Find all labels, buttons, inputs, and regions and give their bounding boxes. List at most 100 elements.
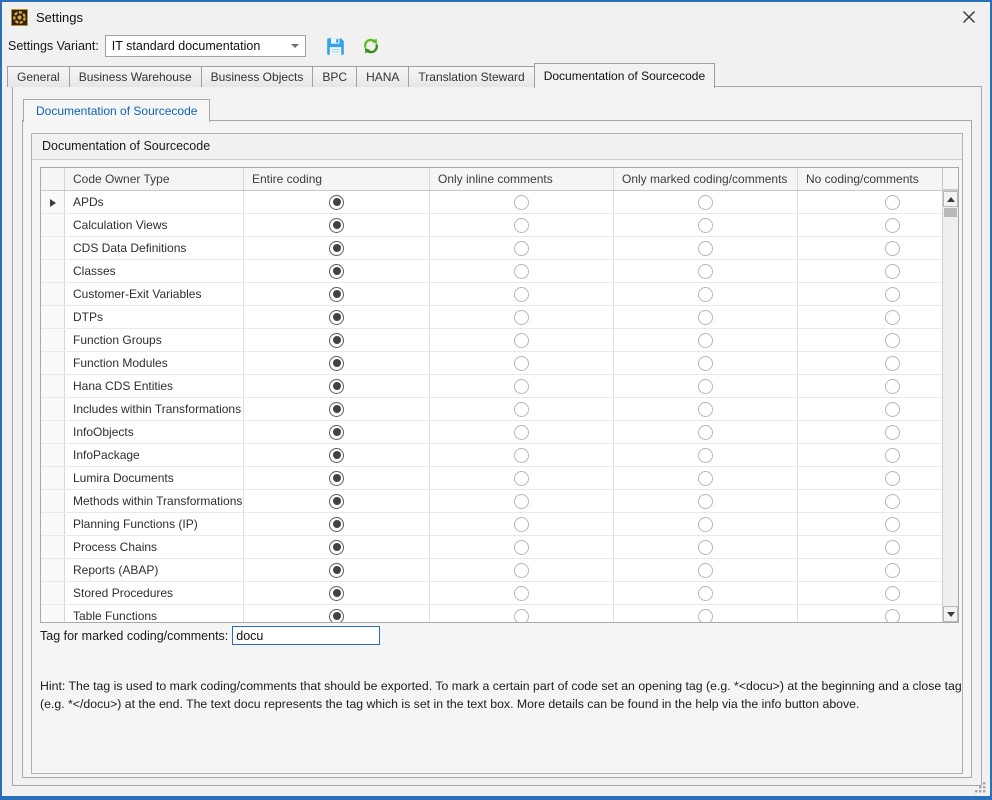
radio-only-inline-comments[interactable] <box>514 563 529 578</box>
radio-only-marked-coding-comments[interactable] <box>698 540 713 555</box>
radio-only-inline-comments[interactable] <box>514 448 529 463</box>
radio-no-coding-comments[interactable] <box>885 195 900 210</box>
code-owner-type-cell[interactable]: Methods within Transformations <box>65 490 244 513</box>
tab-bpc[interactable]: BPC <box>312 66 357 87</box>
radio-no-coding-comments[interactable] <box>885 241 900 256</box>
row-selector-cell[interactable] <box>41 559 65 582</box>
radio-no-coding-comments[interactable] <box>885 494 900 509</box>
row-selector-cell[interactable] <box>41 306 65 329</box>
radio-entire-coding[interactable] <box>329 287 344 302</box>
row-selector-cell[interactable] <box>41 191 65 214</box>
radio-only-marked-coding-comments[interactable] <box>698 333 713 348</box>
radio-only-marked-coding-comments[interactable] <box>698 471 713 486</box>
save-button[interactable] <box>326 36 346 56</box>
code-owner-type-cell[interactable]: InfoPackage <box>65 444 244 467</box>
radio-only-marked-coding-comments[interactable] <box>698 356 713 371</box>
row-selector-cell[interactable] <box>41 605 65 624</box>
radio-no-coding-comments[interactable] <box>885 563 900 578</box>
radio-only-inline-comments[interactable] <box>514 540 529 555</box>
row-selector-cell[interactable] <box>41 375 65 398</box>
code-owner-type-cell[interactable]: Function Groups <box>65 329 244 352</box>
radio-entire-coding[interactable] <box>329 540 344 555</box>
radio-entire-coding[interactable] <box>329 563 344 578</box>
tab-general[interactable]: General <box>7 66 70 87</box>
radio-no-coding-comments[interactable] <box>885 471 900 486</box>
radio-only-marked-coding-comments[interactable] <box>698 287 713 302</box>
code-owner-type-cell[interactable]: Customer-Exit Variables <box>65 283 244 306</box>
resize-grip[interactable] <box>974 781 987 794</box>
radio-no-coding-comments[interactable] <box>885 448 900 463</box>
radio-entire-coding[interactable] <box>329 402 344 417</box>
column-header-entire-coding[interactable]: Entire coding <box>244 168 430 191</box>
scroll-up-button[interactable] <box>943 191 958 207</box>
row-selector-cell[interactable] <box>41 260 65 283</box>
radio-only-inline-comments[interactable] <box>514 356 529 371</box>
code-owner-type-cell[interactable]: Hana CDS Entities <box>65 375 244 398</box>
radio-only-marked-coding-comments[interactable] <box>698 609 713 623</box>
row-selector-cell[interactable] <box>41 398 65 421</box>
radio-only-inline-comments[interactable] <box>514 379 529 394</box>
code-owner-type-cell[interactable]: InfoObjects <box>65 421 244 444</box>
radio-entire-coding[interactable] <box>329 494 344 509</box>
tab-business-warehouse[interactable]: Business Warehouse <box>69 66 202 87</box>
code-owner-type-cell[interactable]: Lumira Documents <box>65 467 244 490</box>
row-selector-cell[interactable] <box>41 536 65 559</box>
row-selector-cell[interactable] <box>41 490 65 513</box>
column-header-only-marked-coding-comments[interactable]: Only marked coding/comments <box>614 168 798 191</box>
code-owner-type-cell[interactable]: Classes <box>65 260 244 283</box>
row-selector-cell[interactable] <box>41 444 65 467</box>
radio-no-coding-comments[interactable] <box>885 425 900 440</box>
radio-only-marked-coding-comments[interactable] <box>698 402 713 417</box>
radio-only-inline-comments[interactable] <box>514 333 529 348</box>
tab-hana[interactable]: HANA <box>356 66 409 87</box>
row-selector-cell[interactable] <box>41 467 65 490</box>
radio-entire-coding[interactable] <box>329 241 344 256</box>
radio-entire-coding[interactable] <box>329 264 344 279</box>
radio-only-marked-coding-comments[interactable] <box>698 425 713 440</box>
radio-only-marked-coding-comments[interactable] <box>698 310 713 325</box>
radio-no-coding-comments[interactable] <box>885 287 900 302</box>
radio-entire-coding[interactable] <box>329 218 344 233</box>
radio-no-coding-comments[interactable] <box>885 402 900 417</box>
radio-only-inline-comments[interactable] <box>514 517 529 532</box>
radio-no-coding-comments[interactable] <box>885 310 900 325</box>
radio-no-coding-comments[interactable] <box>885 333 900 348</box>
radio-only-marked-coding-comments[interactable] <box>698 264 713 279</box>
vertical-scrollbar[interactable] <box>942 191 958 622</box>
radio-only-inline-comments[interactable] <box>514 287 529 302</box>
radio-only-inline-comments[interactable] <box>514 218 529 233</box>
row-selector-cell[interactable] <box>41 329 65 352</box>
column-header-no-coding-comments[interactable]: No coding/comments <box>798 168 960 191</box>
radio-only-marked-coding-comments[interactable] <box>698 241 713 256</box>
radio-no-coding-comments[interactable] <box>885 540 900 555</box>
code-owner-type-cell[interactable]: Process Chains <box>65 536 244 559</box>
code-owner-type-cell[interactable]: Stored Procedures <box>65 582 244 605</box>
column-header-code-owner-type[interactable]: Code Owner Type <box>65 168 244 191</box>
scrollbar-thumb[interactable] <box>944 208 957 217</box>
radio-entire-coding[interactable] <box>329 333 344 348</box>
radio-entire-coding[interactable] <box>329 310 344 325</box>
code-owner-type-cell[interactable]: Planning Functions (IP) <box>65 513 244 536</box>
radio-entire-coding[interactable] <box>329 379 344 394</box>
code-owner-type-cell[interactable]: APDs <box>65 191 244 214</box>
radio-only-inline-comments[interactable] <box>514 494 529 509</box>
radio-only-inline-comments[interactable] <box>514 586 529 601</box>
row-selector-cell[interactable] <box>41 513 65 536</box>
row-selector-cell[interactable] <box>41 237 65 260</box>
tab-documentation-of-sourcecode[interactable]: Documentation of Sourcecode <box>534 63 715 88</box>
radio-only-inline-comments[interactable] <box>514 609 529 623</box>
row-selector-cell[interactable] <box>41 421 65 444</box>
code-owner-type-cell[interactable]: CDS Data Definitions <box>65 237 244 260</box>
radio-no-coding-comments[interactable] <box>885 586 900 601</box>
radio-entire-coding[interactable] <box>329 609 344 623</box>
tag-input[interactable] <box>232 626 380 645</box>
radio-only-marked-coding-comments[interactable] <box>698 517 713 532</box>
column-header-only-inline-comments[interactable]: Only inline comments <box>430 168 614 191</box>
code-owner-type-cell[interactable]: Table Functions <box>65 605 244 624</box>
tab-translation-steward[interactable]: Translation Steward <box>408 66 534 87</box>
radio-only-inline-comments[interactable] <box>514 241 529 256</box>
row-selector-cell[interactable] <box>41 214 65 237</box>
radio-only-inline-comments[interactable] <box>514 425 529 440</box>
radio-no-coding-comments[interactable] <box>885 264 900 279</box>
radio-only-marked-coding-comments[interactable] <box>698 494 713 509</box>
